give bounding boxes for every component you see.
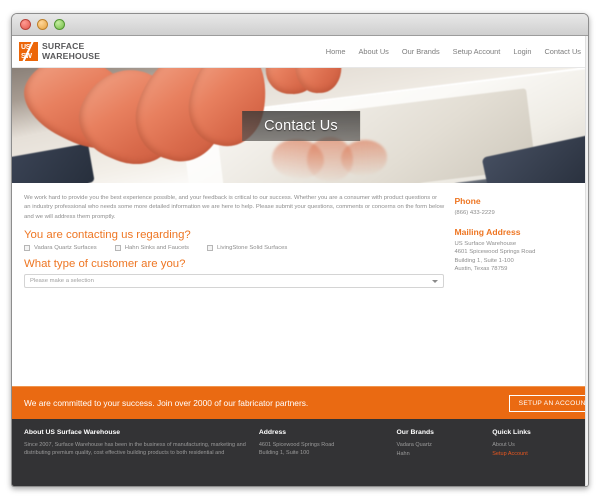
window-titlebar: [12, 14, 588, 36]
checkbox-vadara-quartz-surfaces[interactable]: Vadara Quartz Surfaces: [24, 245, 97, 252]
checkbox-icon[interactable]: [24, 245, 30, 252]
nav-item-login[interactable]: Login: [513, 47, 531, 56]
footer-link-about-us[interactable]: About Us: [492, 441, 578, 450]
nav-item-contact-us[interactable]: Contact Us: [544, 47, 581, 56]
footer-column-address: Address 4601 Spicewood Springs Road Buil…: [258, 429, 387, 486]
minimize-icon[interactable]: [37, 19, 48, 30]
footer-link-vadara-quartz[interactable]: Vadara Quartz: [397, 441, 483, 450]
footer-about-heading: About US Surface Warehouse: [24, 429, 121, 436]
site-header: US SW SURFACE WAREHOUSE Home About Us Ou…: [12, 36, 588, 68]
contact-info-sidebar: Phone (866) 433-2229 Mailing Address US …: [454, 194, 578, 386]
logo-line-2: WAREHOUSE: [42, 50, 101, 61]
phone-number[interactable]: (866) 433-2229: [454, 209, 578, 218]
nav-item-setup-account[interactable]: Setup Account: [453, 47, 501, 56]
footer-link-setup-account[interactable]: Setup Account: [492, 450, 578, 459]
footer-address-text: 4601 Spicewood Springs Road Building 1, …: [258, 442, 335, 457]
checkbox-hahn-sinks-and-faucets[interactable]: Hahn Sinks and Faucets: [114, 245, 189, 252]
site-logo[interactable]: US SW SURFACE WAREHOUSE: [19, 41, 101, 61]
hero-banner: Contact Us: [12, 68, 588, 183]
footer-link-hahn[interactable]: Hahn: [397, 450, 483, 459]
page-viewport: US SW SURFACE WAREHOUSE Home About Us Ou…: [12, 36, 588, 486]
nav-item-home[interactable]: Home: [326, 47, 346, 56]
chevron-down-icon[interactable]: [432, 279, 439, 283]
phone-heading: Phone: [454, 196, 481, 206]
checkbox-label: Vadara Quartz Surfaces: [34, 245, 97, 252]
checkbox-icon[interactable]: [206, 245, 213, 252]
page-content: We work hard to provide you the best exp…: [12, 183, 588, 386]
site-footer: About US Surface Warehouse Since 2007, S…: [12, 419, 588, 486]
checkbox-label: LivingStone Solid Surfaces: [216, 245, 288, 252]
logo-wordmark: SURFACE WAREHOUSE: [42, 41, 101, 61]
customer-type-selected-value: Please make a selection: [30, 278, 94, 285]
vertical-scrollbar[interactable]: [585, 36, 588, 486]
nav-item-about-us[interactable]: About Us: [358, 47, 388, 56]
mailing-address-value: US Surface Warehouse 4601 Spicewood Spri…: [454, 240, 536, 273]
customer-type-select[interactable]: Please make a selection: [24, 274, 445, 289]
checkbox-icon[interactable]: [114, 245, 121, 252]
nav-item-our-brands[interactable]: Our Brands: [402, 47, 440, 56]
footer-quick-links-heading: Quick Links: [492, 429, 531, 436]
close-icon[interactable]: [20, 19, 31, 30]
setup-account-button[interactable]: SETUP AN ACCOUNT: [508, 394, 588, 412]
logo-slash-icon: [19, 42, 38, 61]
contact-form-column: We work hard to provide you the best exp…: [24, 194, 454, 386]
footer-about-text: Since 2007, Surface Warehouse has been i…: [24, 442, 246, 457]
intro-paragraph: We work hard to provide you the best exp…: [24, 195, 445, 220]
regarding-checkbox-group: Vadara Quartz Surfaces Hahn Sinks and Fa…: [24, 245, 444, 252]
footer-address-heading: Address: [258, 429, 287, 436]
footer-column-quick-links: Quick Links About Us Setup Account: [492, 429, 578, 486]
mailing-address-heading: Mailing Address: [454, 226, 521, 237]
page-title: Contact Us: [242, 110, 360, 141]
logo-mark-icon: US SW: [19, 42, 38, 61]
zoom-icon[interactable]: [54, 19, 65, 30]
footer-column-brands: Our Brands Vadara Quartz Hahn: [396, 429, 483, 486]
main-navigation: Home About Us Our Brands Setup Account L…: [326, 47, 581, 56]
checkbox-livingstone-solid-surfaces[interactable]: LivingStone Solid Surfaces: [206, 245, 288, 252]
footer-column-about: About US Surface Warehouse Since 2007, S…: [24, 429, 249, 486]
regarding-heading: You are contacting us regarding?: [24, 229, 191, 242]
browser-window: US SW SURFACE WAREHOUSE Home About Us Ou…: [11, 13, 589, 487]
checkbox-label: Hahn Sinks and Faucets: [124, 245, 189, 252]
cta-message: We are committed to your success. Join o…: [24, 398, 309, 408]
cta-banner: We are committed to your success. Join o…: [12, 386, 588, 419]
footer-brands-heading: Our Brands: [396, 429, 434, 436]
customer-type-heading: What type of customer are you?: [24, 258, 186, 271]
